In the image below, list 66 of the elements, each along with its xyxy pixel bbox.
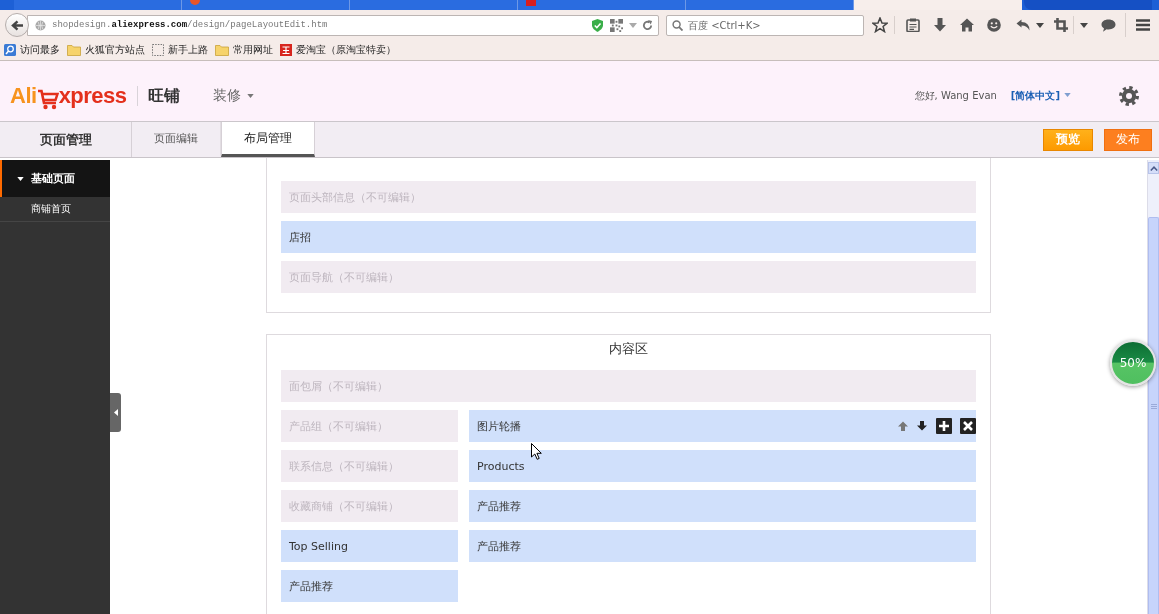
- layout-module[interactable]: 产品推荐: [469, 530, 976, 562]
- globe-icon: [35, 19, 46, 31]
- grip-icon: [1150, 404, 1157, 409]
- plus-icon[interactable]: [936, 418, 952, 434]
- section-heading: 内容区: [608, 340, 649, 358]
- favicon-icon: [526, 0, 536, 6]
- folder-icon: [215, 44, 229, 56]
- layout-module[interactable]: 产品推荐: [281, 570, 458, 602]
- layout-module[interactable]: Top Selling: [281, 530, 458, 562]
- download-icon[interactable]: [933, 18, 947, 32]
- favicon-icon: [190, 0, 200, 6]
- caret-icon[interactable]: [1036, 22, 1044, 28]
- crop-icon[interactable]: [1054, 18, 1068, 32]
- close-icon[interactable]: [960, 418, 976, 434]
- caret-icon: [246, 94, 254, 98]
- mouse-pointer-icon: [531, 443, 542, 460]
- search-field[interactable]: 百度 <Ctrl+K>: [666, 14, 864, 36]
- clipboard-icon[interactable]: [906, 18, 920, 32]
- layout-module[interactable]: 图片轮播: [469, 410, 976, 442]
- reload-icon[interactable]: [642, 19, 653, 31]
- caret-left-icon: [113, 409, 118, 416]
- section-title: 页面管理: [0, 122, 132, 157]
- sidebar-group[interactable]: 基础页面: [0, 160, 110, 197]
- decorate-menu[interactable]: 装修: [212, 87, 254, 105]
- layout-module[interactable]: 店招: [281, 221, 976, 253]
- arrow-down-icon[interactable]: [917, 421, 927, 431]
- back-arrow-icon: [10, 19, 24, 31]
- scrollbar-thumb[interactable]: [1148, 217, 1159, 614]
- layout-module[interactable]: Products: [469, 450, 976, 482]
- bookmark-item[interactable]: 访问最多: [4, 43, 60, 57]
- site-logo-icon: [280, 44, 292, 56]
- menu-icon[interactable]: [1136, 19, 1150, 31]
- folder-icon: [67, 44, 81, 56]
- arrow-up-icon[interactable]: [898, 421, 908, 431]
- bookmark-item[interactable]: 新手上路: [152, 43, 208, 57]
- language-menu[interactable]: [简体中文]: [1010, 89, 1071, 103]
- layout-module[interactable]: 产品推荐: [469, 490, 976, 522]
- bookmark-item[interactable]: 常用网址: [215, 43, 273, 57]
- caret-icon: [1064, 92, 1071, 97]
- magnifier-tile-icon: [4, 44, 16, 56]
- star-icon[interactable]: [872, 17, 888, 33]
- scroll-up-button[interactable]: [1148, 162, 1159, 174]
- chevron-up-icon: [1149, 165, 1158, 171]
- collapse-handle[interactable]: [110, 393, 121, 432]
- logo-text: xpress: [58, 83, 127, 109]
- caret-icon[interactable]: [1080, 22, 1088, 28]
- undo-icon[interactable]: [1016, 19, 1030, 31]
- product-name: 旺铺: [147, 85, 180, 107]
- home-icon[interactable]: [960, 18, 974, 32]
- scrollbar[interactable]: [1147, 160, 1159, 614]
- shopping-cart-icon: [36, 88, 59, 110]
- shield-check-icon[interactable]: [592, 18, 603, 32]
- smiley-icon[interactable]: [987, 18, 1001, 32]
- address-field[interactable]: shopdesign.aliexpress.com/design/pageLayoutEdit.htm: [27, 14, 659, 36]
- bookmark-item[interactable]: 爱淘宝（原淘宝特卖）: [280, 43, 396, 57]
- bookmark-item[interactable]: 火狐官方站点: [67, 43, 145, 57]
- back-button[interactable]: [5, 13, 29, 37]
- chat-bubble-icon[interactable]: [1101, 18, 1116, 32]
- caret-down-icon: [17, 176, 24, 181]
- qr-code-icon[interactable]: [610, 18, 623, 32]
- logo-text: Ali: [10, 83, 37, 109]
- dashed-square-icon: [152, 44, 164, 56]
- settings-icon[interactable]: [1119, 86, 1139, 106]
- greeting-text: 您好, Wang Evan: [914, 89, 997, 103]
- tab[interactable]: 布局管理: [221, 122, 315, 157]
- search-icon: [672, 19, 683, 31]
